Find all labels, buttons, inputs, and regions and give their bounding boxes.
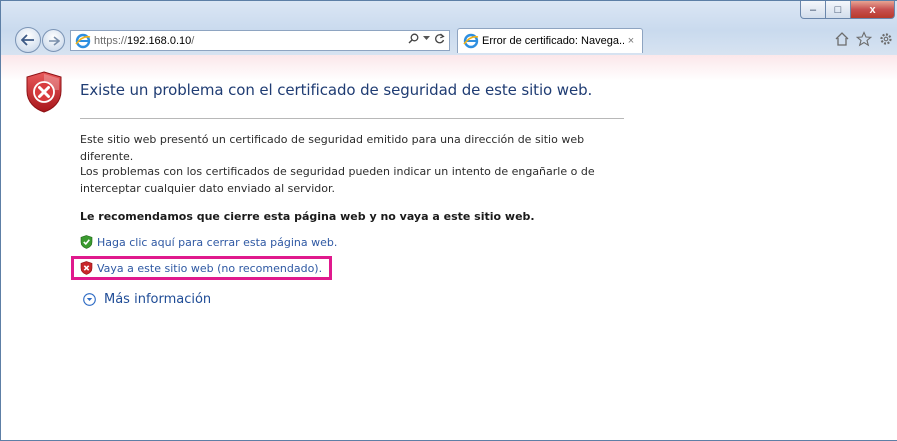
- internet-explorer-icon: [463, 33, 479, 49]
- favorites-star-icon[interactable]: [856, 31, 872, 47]
- back-button[interactable]: [15, 27, 41, 53]
- url-host: 192.168.0.10: [127, 34, 192, 47]
- more-info-label[interactable]: Más información: [104, 292, 211, 307]
- error-page-header-band: [1, 55, 897, 81]
- green-shield-check-icon: [80, 235, 93, 249]
- explanation-text: Este sitio web presentó un certificado d…: [80, 133, 585, 163]
- browser-toolbar: – □ x https://192.168.0.10/ Error de cer…: [1, 1, 897, 55]
- minimize-button[interactable]: –: [800, 1, 826, 19]
- chevron-down-circle-icon: [83, 293, 96, 306]
- arrow-right-icon: [48, 35, 60, 46]
- close-window-button[interactable]: x: [851, 1, 895, 19]
- page-title: Existe un problema con el certificado de…: [80, 81, 593, 99]
- window-controls: – □ x: [800, 1, 895, 21]
- tab-close-button[interactable]: ×: [624, 35, 638, 47]
- maximize-button[interactable]: □: [826, 1, 851, 19]
- address-bar[interactable]: https://192.168.0.10/: [70, 30, 450, 51]
- recommendation-text: Le recomendamos que cierre esta página w…: [80, 210, 535, 223]
- refresh-icon[interactable]: [434, 33, 445, 44]
- more-info-expander[interactable]: Más información: [83, 292, 211, 307]
- search-icon[interactable]: [408, 33, 419, 44]
- error-shield-icon: [26, 71, 62, 113]
- url-scheme: https://: [94, 34, 128, 47]
- toolbar-icons: [834, 31, 894, 47]
- close-page-link-label[interactable]: Haga clic aquí para cerrar esta página w…: [97, 236, 337, 249]
- address-url[interactable]: https://192.168.0.10/: [94, 35, 194, 47]
- home-icon[interactable]: [834, 31, 850, 47]
- warning-text: Los problemas con los certificados de se…: [80, 165, 595, 195]
- url-path: /: [191, 34, 195, 47]
- divider: [80, 118, 624, 119]
- settings-gear-icon[interactable]: [878, 31, 894, 47]
- browser-window: – □ x https://192.168.0.10/ Error de cer…: [0, 0, 897, 441]
- internet-explorer-icon: [75, 33, 91, 48]
- tab-certificate-error[interactable]: Error de certificado: Navega... ×: [457, 28, 643, 53]
- highlight-annotation: [71, 256, 332, 280]
- arrow-left-icon: [21, 34, 34, 46]
- dropdown-arrow-icon[interactable]: [423, 36, 430, 41]
- tab-title: Error de certificado: Navega...: [482, 35, 624, 47]
- address-actions: [408, 33, 445, 44]
- close-page-link[interactable]: Haga clic aquí para cerrar esta página w…: [80, 235, 337, 249]
- forward-button[interactable]: [42, 29, 65, 52]
